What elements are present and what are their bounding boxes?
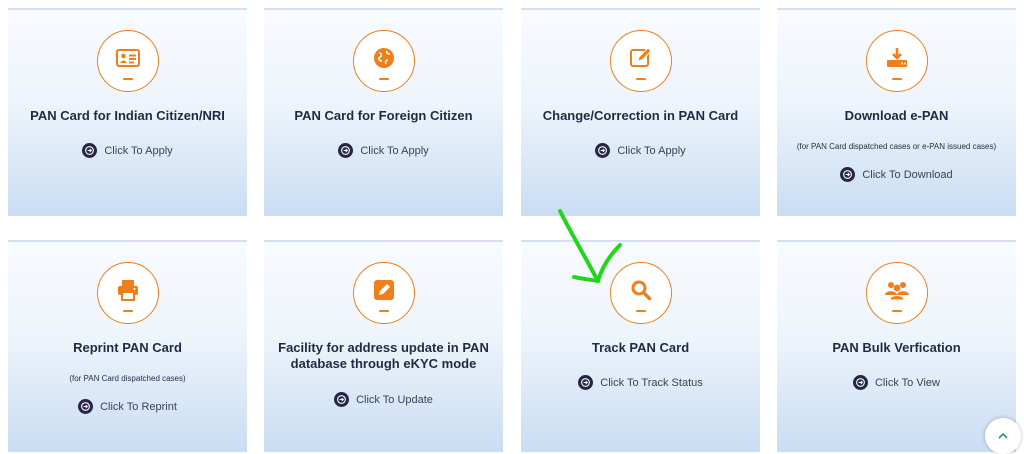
arrow-right-icon	[334, 392, 350, 407]
link-label[interactable]: Click To Apply	[104, 145, 172, 157]
card-title: PAN Card for Foreign Citizen	[294, 108, 473, 123]
link-label[interactable]: Click To Apply	[617, 145, 685, 157]
chevron-up-icon	[998, 432, 1008, 439]
arrow-right-icon	[578, 375, 594, 390]
card-track-pan[interactable]: Track PAN Card Click To Track Status	[521, 240, 760, 452]
card-title: PAN Bulk Verfication	[832, 340, 961, 355]
card-title: Download e-PAN	[844, 108, 949, 123]
card-note: (for PAN Card dispatched cases)	[69, 374, 186, 383]
card-title: PAN Card for Indian Citizen/NRI	[30, 108, 225, 123]
update-link[interactable]: Click To Update	[264, 392, 503, 407]
edit-icon	[609, 30, 672, 92]
apply-link[interactable]: Click To Apply	[264, 143, 503, 158]
arrow-right-icon	[82, 143, 98, 158]
arrow-right-icon	[840, 167, 856, 182]
link-label[interactable]: Click To Update	[356, 394, 433, 406]
id-card-icon	[96, 30, 159, 92]
link-label[interactable]: Click To Track Status	[600, 377, 703, 389]
globe-icon	[352, 30, 415, 92]
download-link[interactable]: Click To Download	[777, 167, 1016, 182]
arrow-right-icon	[338, 143, 354, 158]
card-title: Change/Correction in PAN Card	[542, 108, 739, 123]
link-label[interactable]: Click To View	[875, 377, 940, 389]
card-pan-indian-citizen[interactable]: PAN Card for Indian Citizen/NRI Click To…	[8, 8, 247, 216]
arrow-right-icon	[595, 143, 611, 158]
card-note: (for PAN Card dispatched cases or e-PAN …	[796, 142, 997, 151]
arrow-right-icon	[78, 399, 94, 414]
card-change-correction[interactable]: Change/Correction in PAN Card Click To A…	[521, 8, 760, 216]
view-link[interactable]: Click To View	[777, 375, 1016, 390]
card-pan-foreign-citizen[interactable]: PAN Card for Foreign Citizen Click To Ap…	[264, 8, 503, 216]
card-download-epan[interactable]: Download e-PAN (for PAN Card dispatched …	[777, 8, 1016, 216]
card-title: Reprint PAN Card	[73, 340, 182, 355]
apply-link[interactable]: Click To Apply	[8, 143, 247, 158]
download-icon	[865, 30, 928, 92]
apply-link[interactable]: Click To Apply	[521, 143, 760, 158]
card-address-update-ekyc[interactable]: Facility for address update in PAN datab…	[264, 240, 503, 452]
card-pan-bulk-verification[interactable]: PAN Bulk Verfication Click To View	[777, 240, 1016, 452]
card-title: Track PAN Card	[591, 340, 690, 355]
link-label[interactable]: Click To Download	[862, 169, 952, 181]
reprint-link[interactable]: Click To Reprint	[8, 399, 247, 414]
search-icon	[609, 262, 672, 324]
card-reprint-pan[interactable]: Reprint PAN Card (for PAN Card dispatche…	[8, 240, 247, 452]
link-label[interactable]: Click To Apply	[360, 145, 428, 157]
scroll-to-top-button[interactable]	[985, 418, 1021, 454]
link-label[interactable]: Click To Reprint	[100, 401, 177, 413]
arrow-right-icon	[852, 375, 868, 390]
card-title: Facility for address update in PAN datab…	[278, 340, 489, 371]
printer-icon	[96, 262, 159, 324]
pencil-icon	[352, 262, 415, 324]
track-status-link[interactable]: Click To Track Status	[521, 375, 760, 390]
group-icon	[865, 262, 928, 324]
